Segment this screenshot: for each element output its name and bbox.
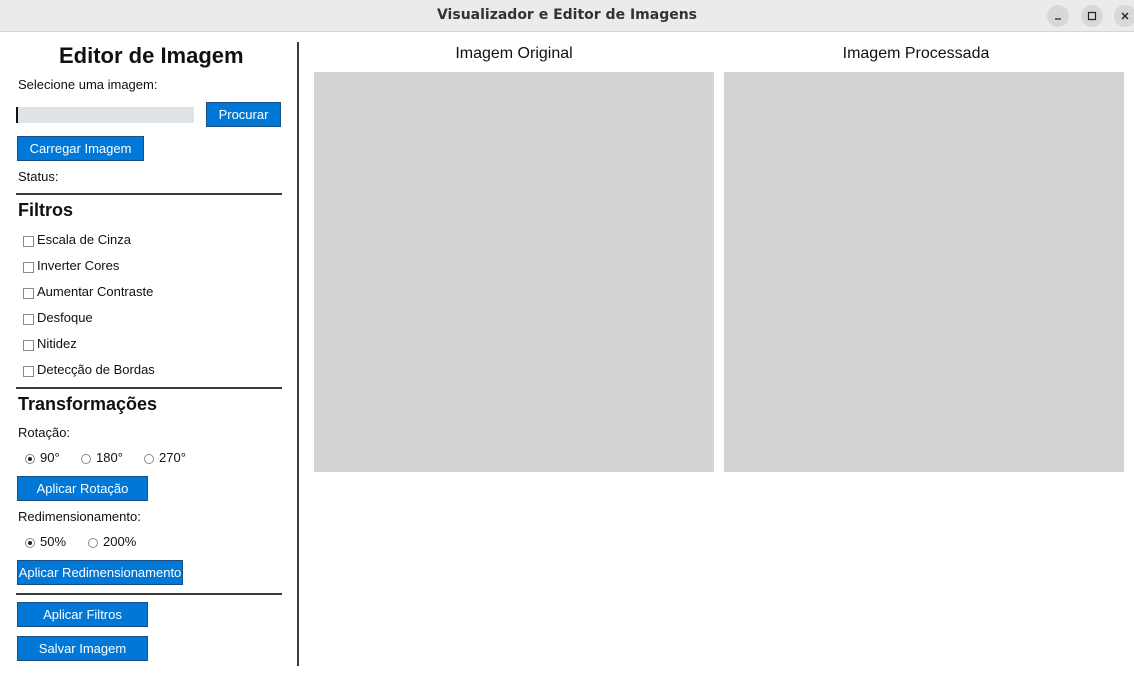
processed-image-title: Imagem Processada: [842, 45, 990, 62]
filter-label-blur[interactable]: Desfoque: [37, 310, 93, 325]
checkbox-sharpen[interactable]: [23, 340, 34, 351]
maximize-icon: [1087, 11, 1097, 21]
original-image-title: Imagem Original: [455, 45, 573, 62]
radio-resize-200[interactable]: [88, 538, 98, 548]
rotation-option-90[interactable]: 90°: [40, 450, 60, 465]
filter-label-increase-contrast[interactable]: Aumentar Contraste: [37, 284, 153, 299]
image-path-input[interactable]: [16, 107, 194, 123]
filter-label-edge-detection[interactable]: Detecção de Bordas: [37, 362, 155, 377]
original-image-canvas: [314, 72, 714, 472]
resize-option-50[interactable]: 50%: [40, 534, 66, 549]
resize-label: Redimensionamento:: [18, 509, 141, 524]
processed-image-canvas: [724, 72, 1124, 472]
checkbox-invert-colors[interactable]: [23, 262, 34, 273]
radio-rotation-90[interactable]: [25, 454, 35, 464]
rotation-label: Rotação:: [18, 425, 71, 440]
transforms-heading: Transformações: [18, 394, 158, 414]
close-icon: [1121, 12, 1129, 20]
radio-resize-50[interactable]: [25, 538, 35, 548]
save-image-button[interactable]: Salvar Imagem: [17, 636, 148, 661]
divider: [16, 193, 282, 195]
status-label: Status:: [18, 169, 59, 184]
filter-label-sharpen[interactable]: Nitidez: [37, 336, 77, 351]
select-image-label: Selecione uma imagem:: [18, 77, 158, 92]
close-button[interactable]: [1114, 5, 1134, 27]
checkbox-edge-detection[interactable]: [23, 366, 34, 377]
radio-rotation-180[interactable]: [81, 454, 91, 464]
rotation-option-180[interactable]: 180°: [96, 450, 123, 465]
filter-label-invert-colors[interactable]: Inverter Cores: [37, 258, 119, 273]
checkbox-blur[interactable]: [23, 314, 34, 325]
window-titlebar: Visualizador e Editor de Imagens: [0, 0, 1134, 32]
minimize-icon: [1055, 18, 1061, 20]
checkbox-increase-contrast[interactable]: [23, 288, 34, 299]
filter-label-grayscale[interactable]: Escala de Cinza: [37, 232, 131, 247]
checkbox-grayscale[interactable]: [23, 236, 34, 247]
browse-button[interactable]: Procurar: [206, 102, 281, 127]
apply-filters-button[interactable]: Aplicar Filtros: [17, 602, 148, 627]
radio-rotation-270[interactable]: [144, 454, 154, 464]
apply-rotation-button[interactable]: Aplicar Rotação: [17, 476, 148, 501]
resize-option-200[interactable]: 200%: [103, 534, 136, 549]
maximize-button[interactable]: [1081, 5, 1103, 27]
minimize-button[interactable]: [1047, 5, 1069, 27]
panel-divider: [297, 42, 299, 666]
load-image-button[interactable]: Carregar Imagem: [17, 136, 144, 161]
rotation-option-270[interactable]: 270°: [159, 450, 186, 465]
window-title: Visualizador e Editor de Imagens: [436, 7, 698, 23]
filters-heading: Filtros: [18, 200, 74, 220]
divider: [16, 593, 282, 595]
divider: [16, 387, 282, 389]
apply-resize-button[interactable]: Aplicar Redimensionamento: [17, 560, 183, 585]
editor-heading: Editor de Imagem: [59, 43, 244, 68]
